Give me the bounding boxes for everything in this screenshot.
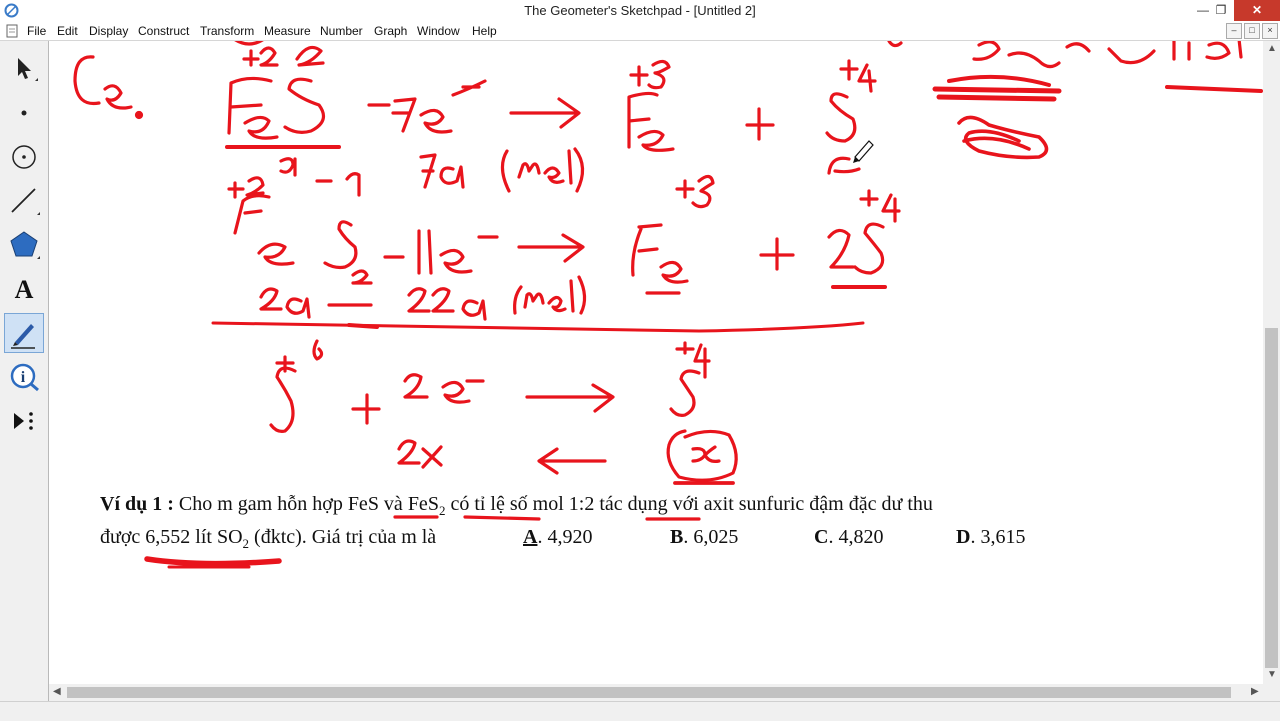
- problem-label: Ví dụ 1 :: [100, 493, 174, 515]
- information-tool-glyph: i: [21, 369, 26, 386]
- scroll-up-arrow-icon[interactable]: ▲: [1267, 43, 1277, 54]
- point-icon: [21, 110, 27, 116]
- scroll-down-arrow-icon[interactable]: ▼: [1267, 669, 1277, 680]
- text-tool-glyph: A: [15, 275, 34, 304]
- problem-line1-rest: Cho m gam hỗn hợp FeS và FeS: [173, 493, 439, 515]
- scroll-left-arrow-icon[interactable]: ◀: [53, 686, 61, 697]
- menu-help[interactable]: Help: [472, 24, 497, 38]
- option-a-letter: A: [523, 526, 538, 548]
- close-button[interactable]: ✕: [1234, 0, 1280, 21]
- compass-tool[interactable]: [4, 137, 44, 177]
- arrow-tool[interactable]: [4, 49, 44, 89]
- status-bar: [0, 701, 1280, 721]
- sketch-canvas[interactable]: Ví dụ 1 : Cho m gam hỗn hợp FeS và FeS2 …: [49, 41, 1263, 684]
- arrow-select-icon: [18, 58, 38, 81]
- option-a-value: . 4,920: [537, 526, 593, 548]
- option-b: B. 6,025: [670, 524, 738, 551]
- doc-close-button[interactable]: ×: [1262, 23, 1278, 39]
- menu-bar: File Edit Display Construct Transform Me…: [0, 22, 1280, 41]
- option-a: A. 4,920: [523, 524, 592, 551]
- information-tool[interactable]: i: [4, 357, 44, 397]
- problem-line2-b: (đktc). Giá trị của m là: [249, 526, 437, 548]
- vertical-scrollbar[interactable]: ▲ ▼: [1263, 41, 1280, 684]
- polygon-tool[interactable]: [4, 225, 44, 265]
- doc-restore-button[interactable]: □: [1244, 23, 1260, 39]
- marker-pen-icon: [11, 324, 35, 349]
- menu-number[interactable]: Number: [320, 24, 363, 38]
- problem-line-1: Ví dụ 1 : Cho m gam hỗn hợp FeS và FeS2 …: [100, 491, 1250, 524]
- text-icon: A: [15, 275, 34, 304]
- menu-edit[interactable]: Edit: [57, 24, 78, 38]
- menu-construct[interactable]: Construct: [138, 24, 189, 38]
- option-b-letter: B: [670, 526, 684, 548]
- point-tool[interactable]: [4, 93, 44, 133]
- menu-file[interactable]: File: [27, 24, 46, 38]
- handwriting-layer: [73, 41, 1263, 569]
- maximize-button[interactable]: ❐: [1206, 0, 1236, 21]
- option-d-letter: D: [956, 526, 971, 548]
- option-c: C. 4,820: [814, 524, 883, 551]
- polygon-icon: [10, 231, 40, 259]
- option-c-value: . 4,820: [828, 526, 884, 548]
- problem-line1-tail: có tỉ lệ số mol 1:2 tác dụng với axit su…: [445, 493, 933, 515]
- menu-measure[interactable]: Measure: [264, 24, 311, 38]
- marker-cursor-icon: [853, 140, 874, 163]
- option-c-letter: C: [814, 526, 829, 548]
- window-title: The Geometer's Sketchpad - [Untitled 2]: [524, 3, 756, 18]
- compass-circle-icon: [12, 145, 36, 169]
- horizontal-scrollbar[interactable]: ◀ ▶: [49, 684, 1280, 701]
- title-bar: The Geometer's Sketchpad - [Untitled 2] …: [0, 0, 1280, 23]
- text-tool[interactable]: A: [4, 269, 44, 309]
- straightedge-icon: [11, 188, 40, 215]
- custom-tool[interactable]: [4, 401, 44, 441]
- marker-tool[interactable]: [4, 313, 44, 353]
- menu-display[interactable]: Display: [89, 24, 128, 38]
- option-d: D. 3,615: [956, 524, 1025, 551]
- menu-graph[interactable]: Graph: [374, 24, 407, 38]
- toolbox: A i: [0, 41, 49, 701]
- doc-minimize-button[interactable]: –: [1226, 23, 1242, 39]
- straightedge-tool[interactable]: [4, 181, 44, 221]
- problem-line2-a: được 6,552 lít SO: [100, 526, 243, 548]
- horizontal-scroll-thumb[interactable]: [67, 687, 1231, 698]
- custom-tool-icon: [14, 412, 33, 430]
- menu-transform[interactable]: Transform: [200, 24, 254, 38]
- problem-text: Ví dụ 1 : Cho m gam hỗn hợp FeS và FeS2 …: [100, 491, 1250, 551]
- scroll-right-arrow-icon[interactable]: ▶: [1251, 686, 1259, 697]
- information-icon: i: [10, 363, 39, 392]
- option-b-value: . 6,025: [683, 526, 739, 548]
- vertical-scroll-thumb[interactable]: [1265, 328, 1278, 668]
- document-icon[interactable]: [6, 24, 18, 38]
- option-d-value: . 3,615: [970, 526, 1026, 548]
- problem-line-2: được 6,552 lít SO2 (đktc). Giá trị của m…: [100, 524, 1250, 551]
- menu-window[interactable]: Window: [417, 24, 460, 38]
